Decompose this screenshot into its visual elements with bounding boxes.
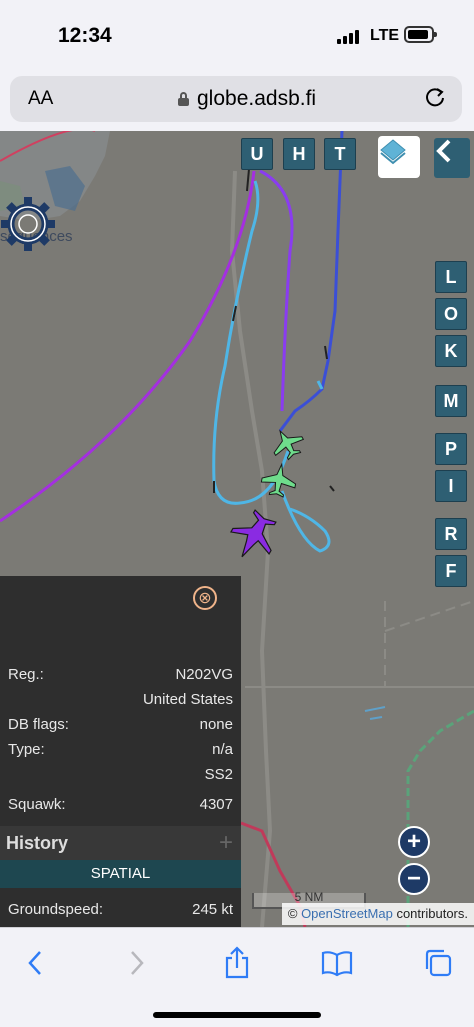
reload-icon[interactable] bbox=[424, 86, 446, 108]
r-button[interactable]: R bbox=[435, 518, 467, 550]
k-button[interactable]: K bbox=[435, 335, 467, 367]
expand-plus-icon[interactable]: + bbox=[219, 829, 233, 857]
forward-button[interactable] bbox=[120, 946, 154, 980]
gear-icon[interactable] bbox=[0, 196, 56, 252]
tabs-button[interactable] bbox=[421, 946, 455, 980]
chevron-right-icon bbox=[131, 951, 144, 975]
share-icon bbox=[225, 946, 249, 979]
zoom-in-button[interactable]: + bbox=[398, 826, 430, 858]
info-row-groundspeed: Groundspeed: 245 kt bbox=[8, 901, 233, 918]
info-row-country: United States bbox=[142, 691, 233, 708]
info-row-db-flags: DB flags: none bbox=[8, 716, 233, 733]
home-indicator bbox=[153, 1012, 321, 1018]
info-row-squawk: Squawk: 4307 bbox=[8, 796, 233, 813]
selected-aircraft-icon[interactable] bbox=[223, 505, 285, 568]
tabs-icon bbox=[425, 949, 452, 977]
openstreetmap-link[interactable]: OpenStreetMap bbox=[301, 906, 393, 921]
m-button[interactable]: M bbox=[435, 385, 467, 417]
url-domain[interactable]: globe.adsb.fi bbox=[197, 87, 316, 111]
status-time: 12:34 bbox=[58, 24, 112, 47]
map-attribution: © OpenStreetMap contributors. bbox=[281, 903, 474, 925]
share-button[interactable] bbox=[220, 946, 254, 980]
book-icon bbox=[321, 951, 353, 977]
h-button[interactable]: H bbox=[283, 138, 315, 170]
layers-button[interactable] bbox=[378, 136, 420, 178]
info-row-type-code: SS2 bbox=[204, 766, 233, 783]
address-bar[interactable]: AA globe.adsb.fi bbox=[10, 76, 462, 122]
close-panel-button[interactable]: ⊗ bbox=[193, 586, 217, 610]
battery-icon bbox=[404, 26, 437, 43]
f-button[interactable]: F bbox=[435, 555, 467, 587]
info-row-type: Type: n/a bbox=[8, 741, 233, 758]
collapse-button[interactable] bbox=[434, 138, 470, 178]
status-bar: 12:34 LTE bbox=[0, 0, 474, 72]
browser-toolbar bbox=[0, 927, 474, 1027]
text-size-button[interactable]: AA bbox=[28, 88, 53, 110]
app-screen: 12:34 LTE AA globe.adsb.fi sequences U H… bbox=[0, 0, 474, 1027]
spatial-tab[interactable]: SPATIAL bbox=[0, 860, 241, 888]
history-section-header[interactable]: History + bbox=[0, 826, 241, 860]
u-button[interactable]: U bbox=[241, 138, 273, 170]
chevron-left-icon bbox=[436, 139, 451, 163]
network-label: LTE bbox=[370, 27, 400, 44]
signal-icon bbox=[337, 28, 361, 44]
info-row-reg: Reg.: N202VG bbox=[8, 666, 233, 683]
back-button[interactable] bbox=[18, 946, 52, 980]
aircraft-info-panel: ⊗ Reg.: N202VG United States DB flags: n… bbox=[0, 576, 241, 927]
history-title: History bbox=[6, 833, 69, 853]
i-button[interactable]: I bbox=[435, 470, 467, 502]
l-button[interactable]: L bbox=[435, 261, 467, 293]
aircraft-icon[interactable] bbox=[266, 423, 308, 464]
layers-icon bbox=[380, 139, 406, 165]
lock-icon bbox=[178, 92, 189, 106]
chevron-left-icon bbox=[28, 951, 41, 975]
p-button[interactable]: P bbox=[435, 433, 467, 465]
o-button[interactable]: O bbox=[435, 298, 467, 330]
bookmarks-button[interactable] bbox=[320, 946, 354, 980]
zoom-out-button[interactable]: − bbox=[398, 863, 430, 895]
t-button[interactable]: T bbox=[324, 138, 356, 170]
close-icon: ⊗ bbox=[198, 590, 212, 607]
